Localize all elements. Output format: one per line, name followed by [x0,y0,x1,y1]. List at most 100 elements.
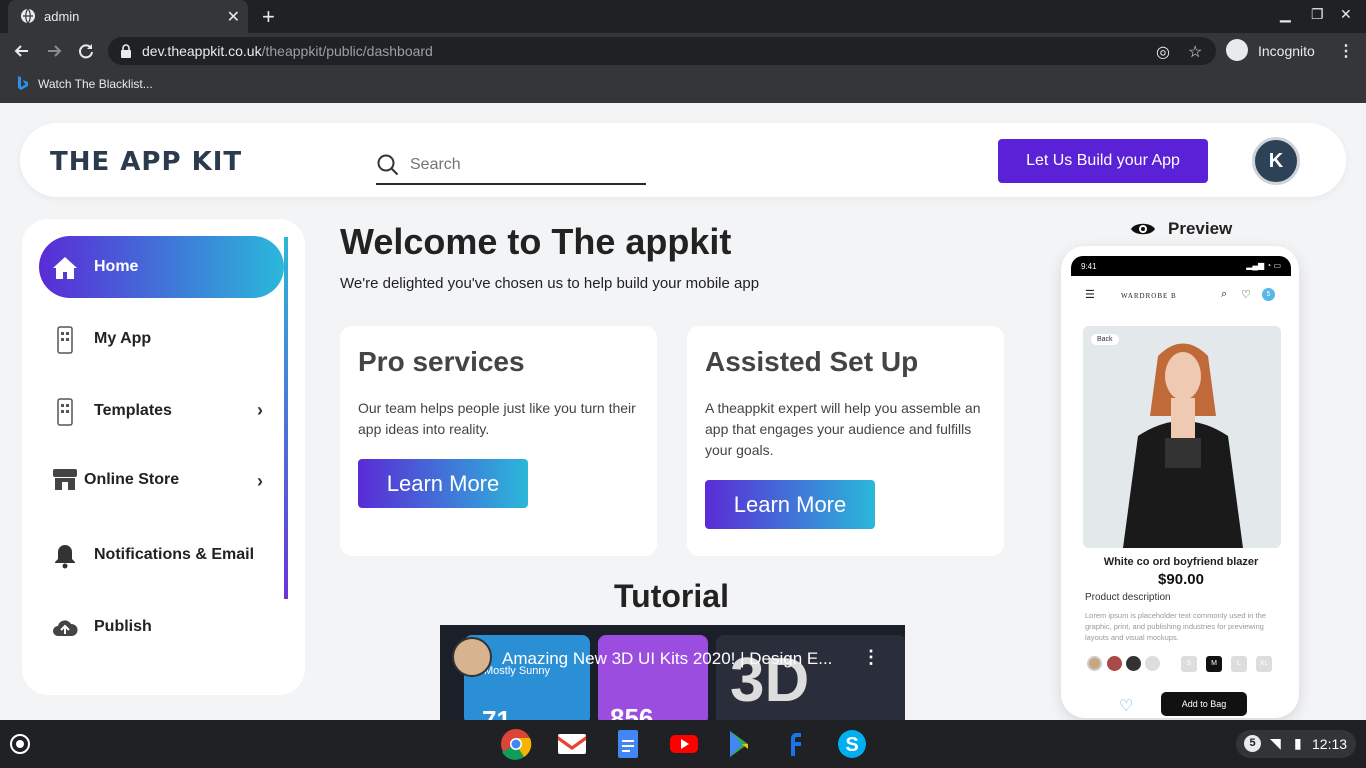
page-subtitle: We're delighted you've chosen us to help… [340,275,760,292]
nav-bar: dev.theappkit.co.uk/theappkit/public/das… [0,33,1366,69]
bing-icon [18,76,28,90]
wifi-icon: ◥ [1270,735,1281,751]
incognito-icon [1226,39,1248,61]
sidebar-item-label: Online Store [84,471,180,488]
favorite-icon: ♡ [1119,698,1134,715]
product-photo: Back [1083,326,1281,548]
hamburger-icon: ☰ [1085,289,1095,301]
store-brand: WARDROBE B [1121,292,1177,300]
youtube-icon[interactable] [668,728,700,760]
eye-off-icon[interactable]: ◎ [1156,42,1170,62]
pro-services-card: Pro services Our team helps people just … [340,326,657,556]
chevron-right-icon[interactable]: › [257,471,263,492]
phone-nav: ☰ WARDROBE B ⌕ ♡ 5 [1083,286,1283,306]
close-tab-icon[interactable]: ✕ [227,7,240,27]
f-app-icon[interactable] [780,728,812,760]
reload-icon[interactable] [76,41,96,61]
launcher-icon[interactable] [10,734,30,754]
video-title[interactable]: Amazing New 3D UI Kits 2020! | Design E.… [502,649,832,669]
card-title: Pro services [358,346,525,377]
sidebar-item-publish[interactable]: Publish [39,596,284,658]
clock: 12:13 [1312,736,1348,752]
learn-more-button[interactable]: Learn More [358,459,528,508]
heart-icon: ♡ [1241,289,1251,301]
status-tray[interactable]: 5 ◥ ▮ 12:13 [1236,730,1356,758]
cloud-upload-icon [53,620,78,636]
star-icon[interactable]: ☆ [1188,42,1202,62]
url-text: dev.theappkit.co.uk/theappkit/public/das… [142,43,433,59]
channel-avatar[interactable] [452,637,492,677]
search-input[interactable] [410,153,630,177]
chevron-right-icon[interactable]: › [257,400,263,421]
sidebar-item-label: Templates [94,402,172,419]
search-box [376,147,646,185]
browser-chrome: admin ✕ + ▁ ❐ ✕ dev.theappkit.co.uk/thea… [0,0,1366,103]
browser-tab[interactable]: admin ✕ [8,0,248,33]
color-swatch [1087,656,1102,671]
size-chip-selected: M [1206,656,1222,672]
new-tab-icon[interactable]: + [262,4,275,30]
notification-count: 5 [1244,735,1261,752]
app-header: THE APP KIT Let Us Build your App K [20,123,1346,197]
restore-icon[interactable]: ❐ [1311,6,1324,23]
tutorial-video[interactable]: 3D 856 71 Mostly Sunny Amazing New 3D UI… [440,625,905,720]
close-window-icon[interactable]: ✕ [1340,6,1352,23]
page-title: Welcome to The appkit [340,221,732,262]
svg-text:S: S [845,734,858,756]
phone-icon [57,398,73,426]
bookmark-label: Watch The Blacklist... [38,77,153,91]
store-icon [53,469,77,490]
sidebar-item-my-app[interactable]: My App [39,308,284,370]
sidebar-item-online-store[interactable]: Online Store › [39,450,284,512]
learn-more-button[interactable]: Learn More [705,480,875,529]
signal-icon: ▂▄▆ ◔ ▭ [1246,261,1281,270]
gmail-icon[interactable] [556,728,588,760]
add-to-bag-button: Add to Bag [1161,692,1247,716]
skype-icon[interactable]: S [836,728,868,760]
bell-icon [55,545,75,569]
sidebar-scroll-indicator[interactable] [284,237,288,599]
url-host: dev.theappkit.co.uk [142,43,262,59]
color-swatch [1126,656,1141,671]
search-icon [377,154,399,176]
back-chip: Back [1091,334,1119,345]
url-path: /theappkit/public/dashboard [261,43,433,59]
build-app-button[interactable]: Let Us Build your App [998,139,1208,183]
phone-preview: 9:41 ▂▄▆ ◔ ▭ ☰ WARDROBE B ⌕ ♡ 5 Back Whi… [1061,246,1299,718]
tab-strip: admin ✕ + ▁ ❐ ✕ [0,0,1366,33]
home-icon [53,257,77,279]
incognito-label: Incognito [1258,43,1315,59]
phone-status-bar: 9:41 ▂▄▆ ◔ ▭ [1071,256,1291,276]
sidebar-item-notifications[interactable]: Notifications & Email [39,524,284,586]
user-avatar[interactable]: K [1252,137,1300,185]
tab-title: admin [44,9,80,24]
docs-icon[interactable] [612,728,644,760]
sidebar: Home My App Templates › Online Store › N… [22,219,305,695]
phone-icon [57,326,73,354]
browser-menu-icon[interactable]: ⋮ [1338,41,1354,61]
eye-icon [1131,223,1155,235]
sidebar-item-label: Home [94,258,139,275]
product-name: White co ord boyfriend blazer [1103,556,1259,568]
minimize-icon[interactable]: ▁ [1280,6,1291,23]
video-menu-icon[interactable]: ⋮ [862,647,880,668]
sidebar-item-templates[interactable]: Templates › [39,380,284,442]
status-time: 9:41 [1081,262,1097,271]
search-icon: ⌕ [1221,288,1228,300]
sidebar-item-home[interactable]: Home [39,236,284,298]
address-bar[interactable]: dev.theappkit.co.uk/theappkit/public/das… [108,37,1216,65]
lock-icon [121,44,131,58]
app-logo[interactable]: THE APP KIT [50,147,242,177]
product-price: $90.00 [1158,571,1204,588]
forward-icon[interactable] [44,41,64,61]
chrome-icon[interactable] [500,728,532,760]
color-swatch [1107,656,1122,671]
preview-label-text: Preview [1168,219,1233,238]
card-title: Assisted Set Up [705,346,919,377]
play-store-icon[interactable] [724,728,756,760]
back-icon[interactable] [12,41,32,61]
os-taskbar: S 5 ◥ ▮ 12:13 [0,720,1366,768]
globe-icon [21,8,35,24]
assisted-setup-card: Assisted Set Up A theappkit expert will … [687,326,1004,556]
size-chip: S [1181,656,1197,672]
